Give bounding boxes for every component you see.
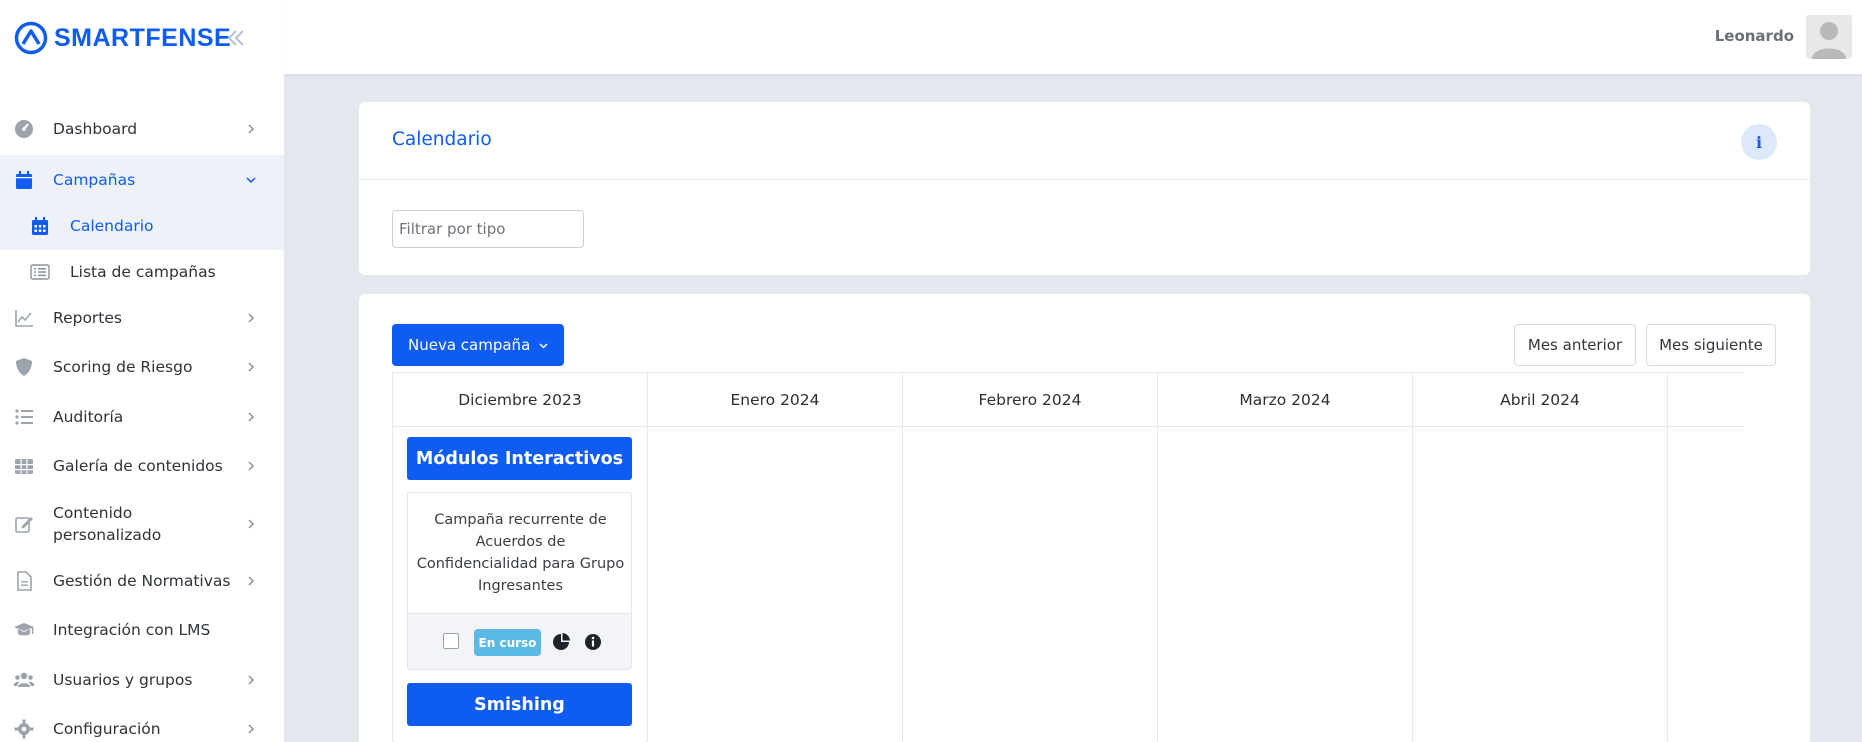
campaign-card-footer: En curso <box>408 613 631 669</box>
calendar-header-card: Calendario i <box>359 102 1810 275</box>
logo-icon <box>14 21 48 55</box>
grid-icon <box>15 459 33 474</box>
chevron-down-icon <box>246 177 256 184</box>
brand-logo[interactable]: SMARTFENSE <box>14 20 231 56</box>
sidebar-item-lms-integration[interactable]: Integración con LMS <box>0 605 284 655</box>
sidebar-item-label: Integración con LMS <box>53 621 211 639</box>
chevron-right-icon <box>248 461 255 471</box>
sidebar-item-label: Reportes <box>53 309 122 327</box>
calendar-card: Nueva campaña Mes anterior Mes siguiente… <box>359 294 1810 742</box>
sidebar-item-audit[interactable]: Auditoría <box>0 392 284 442</box>
sidebar-item-label: Configuración <box>53 720 161 738</box>
calendar-icon <box>16 171 32 189</box>
sidebar-subitem-campaign-list[interactable]: Lista de campañas <box>0 249 284 295</box>
divider <box>393 426 1744 427</box>
brand-name: SMARTFENSE <box>54 23 232 52</box>
next-month-button[interactable]: Mes siguiente <box>1646 324 1776 366</box>
month-header: Diciembre 2023 <box>393 373 648 426</box>
top-bar: Leonardo <box>284 0 1862 74</box>
column-divider <box>902 373 903 742</box>
gear-icon <box>14 719 34 739</box>
shield-icon <box>16 358 32 376</box>
sidebar-item-label: Gestión de Normativas <box>53 572 231 590</box>
previous-month-button[interactable]: Mes anterior <box>1514 324 1636 366</box>
info-circle-icon[interactable] <box>583 632 603 652</box>
sidebar-item-label: Usuarios y grupos <box>53 671 193 689</box>
chevron-right-icon <box>248 124 255 134</box>
calendar-grid: Diciembre 2023 Enero 2024 Febrero 2024 M… <box>392 372 1744 742</box>
users-icon <box>13 672 35 687</box>
sidebar-subitem-label: Lista de campañas <box>70 263 216 281</box>
campaign-type-header[interactable]: Smishing <box>407 683 632 726</box>
new-campaign-label: Nueva campaña <box>408 336 531 354</box>
sidebar-subitem-label: Calendario <box>70 217 154 235</box>
user-icon <box>1812 22 1846 59</box>
avatar[interactable] <box>1806 15 1852 59</box>
chevron-right-icon <box>248 519 255 529</box>
status-badge: En curso <box>474 629 541 656</box>
campaign-card[interactable]: Campaña recurrente de Acuerdos de Confid… <box>407 492 632 670</box>
column-divider <box>1412 373 1413 742</box>
edit-icon <box>15 517 33 533</box>
list-icon <box>15 409 33 425</box>
campaign-select-checkbox[interactable] <box>443 633 459 649</box>
sidebar-item-regulations[interactable]: Gestión de Normativas <box>0 556 284 606</box>
chevron-right-icon <box>248 412 255 422</box>
graduation-cap-icon <box>14 623 34 636</box>
pie-chart-icon[interactable] <box>551 632 571 652</box>
column-divider <box>647 373 648 742</box>
chart-line-icon <box>15 310 33 327</box>
sidebar-item-content-gallery[interactable]: Galería de contenidos <box>0 441 284 491</box>
collapse-sidebar-icon[interactable] <box>224 26 248 50</box>
sidebar-item-label: Campañas <box>53 171 136 189</box>
campaign-type-header[interactable]: Módulos Interactivos <box>407 437 632 480</box>
divider <box>359 179 1810 180</box>
chevron-right-icon <box>248 675 255 685</box>
sidebar: SMARTFENSE Dashboard Campañas Calendario… <box>0 0 284 742</box>
month-header: Enero 2024 <box>648 373 903 426</box>
month-header: Abril 2024 <box>1413 373 1668 426</box>
calendar-icon <box>32 217 48 235</box>
sidebar-item-label: Scoring de Riesgo <box>53 358 193 376</box>
chevron-right-icon <box>248 724 255 734</box>
chevron-right-icon <box>248 362 255 372</box>
sidebar-item-dashboard[interactable]: Dashboard <box>0 104 284 154</box>
sidebar-subitem-calendar[interactable]: Calendario <box>0 203 284 249</box>
filter-by-type-input[interactable] <box>392 210 584 248</box>
sidebar-item-label: Dashboard <box>53 120 138 138</box>
column-divider <box>1667 373 1668 742</box>
month-header: Marzo 2024 <box>1158 373 1413 426</box>
sidebar-item-label: Auditoría <box>53 408 124 426</box>
chevron-right-icon <box>248 576 255 586</box>
sidebar-item-risk-scoring[interactable]: Scoring de Riesgo <box>0 342 284 392</box>
month-header: Febrero 2024 <box>903 373 1158 426</box>
document-icon <box>17 571 32 591</box>
chevron-down-icon <box>539 342 548 349</box>
campaign-description: Campaña recurrente de Acuerdos de Confid… <box>416 512 625 594</box>
info-button[interactable]: i <box>1741 124 1777 160</box>
gauge-icon <box>15 120 33 138</box>
column-divider <box>1157 373 1158 742</box>
new-campaign-button[interactable]: Nueva campaña <box>392 324 564 366</box>
list-alt-icon <box>30 264 50 280</box>
sidebar-item-label: Contenido personalizado <box>53 504 162 544</box>
sidebar-item-label: Galería de contenidos <box>53 457 223 475</box>
user-name[interactable]: Leonardo <box>1715 27 1794 45</box>
sidebar-item-reports[interactable]: Reportes <box>0 293 284 343</box>
sidebar-item-settings[interactable]: Configuración <box>0 704 284 742</box>
sidebar-item-users-groups[interactable]: Usuarios y grupos <box>0 655 284 705</box>
chevron-right-icon <box>248 313 255 323</box>
sidebar-item-campaigns[interactable]: Campañas <box>0 155 284 205</box>
page-title: Calendario <box>392 129 492 150</box>
sidebar-item-custom-content[interactable]: Contenido personalizado <box>0 498 284 550</box>
